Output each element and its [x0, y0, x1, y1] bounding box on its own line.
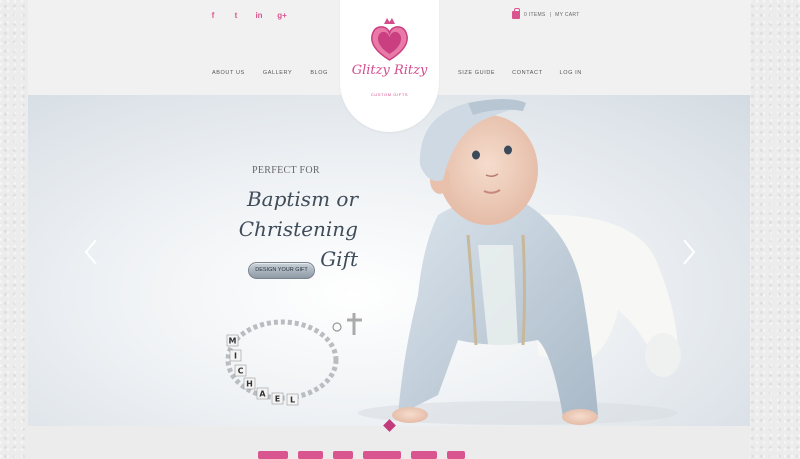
bracelet-letter: C: [238, 367, 244, 376]
baby-photo: [358, 99, 681, 425]
logo-wordmark: Glitzy Ritzy: [351, 63, 428, 78]
hero-headline-line1: Baptism or: [246, 187, 358, 211]
heart-crown-icon: [371, 18, 408, 61]
page: f t in g+ 0 ITEMS | MY CART ABOUT US GAL…: [28, 0, 750, 459]
nav-size-guide[interactable]: SIZE GUIDE: [458, 70, 495, 76]
bracelet-letter: I: [234, 352, 237, 361]
nav-gallery[interactable]: GALLERY: [263, 70, 292, 76]
facebook-icon[interactable]: f: [208, 11, 218, 20]
bracelet-letter: H: [246, 380, 253, 389]
nav-log-in[interactable]: LOG IN: [560, 70, 582, 76]
bracelet-letter: L: [290, 396, 295, 405]
hero-slider: PERFECT FOR Baptism or Christening Gift …: [28, 95, 750, 426]
googleplus-icon[interactable]: g+: [277, 11, 287, 20]
name-bracelet-image: MICHAE L: [225, 313, 362, 406]
design-your-gift-button[interactable]: DESIGN YOUR GIFT: [248, 262, 315, 279]
linkedin-icon[interactable]: in: [254, 11, 264, 20]
nav-contact[interactable]: CONTACT: [512, 70, 542, 76]
cart-items-count: 0 ITEMS: [524, 12, 546, 18]
main-nav-left: ABOUT US GALLERY BLOG: [212, 70, 346, 76]
main-nav-right: SIZE GUIDE CONTACT LOG IN: [458, 70, 599, 76]
bracelet-letter: A: [259, 390, 266, 399]
logo-tagline: CUSTOM GIFTS: [370, 92, 409, 97]
logo[interactable]: Glitzy Ritzy CUSTOM GIFTS: [340, 0, 439, 132]
hero-headline: Baptism or Christening Gift: [208, 184, 358, 274]
bracelet-letter: E: [275, 395, 280, 404]
social-links: f t in g+: [208, 11, 287, 20]
my-cart-label: MY CART: [555, 12, 580, 18]
hero-eyebrow: PERFECT FOR: [252, 165, 320, 176]
bracelet-letter: M: [229, 337, 237, 346]
nav-about-us[interactable]: ABOUT US: [212, 70, 245, 76]
slider-next-arrow-icon[interactable]: [682, 238, 696, 266]
slider-prev-arrow-icon[interactable]: [84, 238, 98, 266]
shopping-bag-icon: [512, 8, 520, 19]
cart-separator: |: [549, 12, 552, 18]
section-heading-cropped: [258, 451, 465, 459]
nav-blog[interactable]: BLOG: [310, 70, 328, 76]
cart-link[interactable]: 0 ITEMS | MY CART: [512, 8, 580, 19]
twitter-icon[interactable]: t: [231, 11, 241, 20]
